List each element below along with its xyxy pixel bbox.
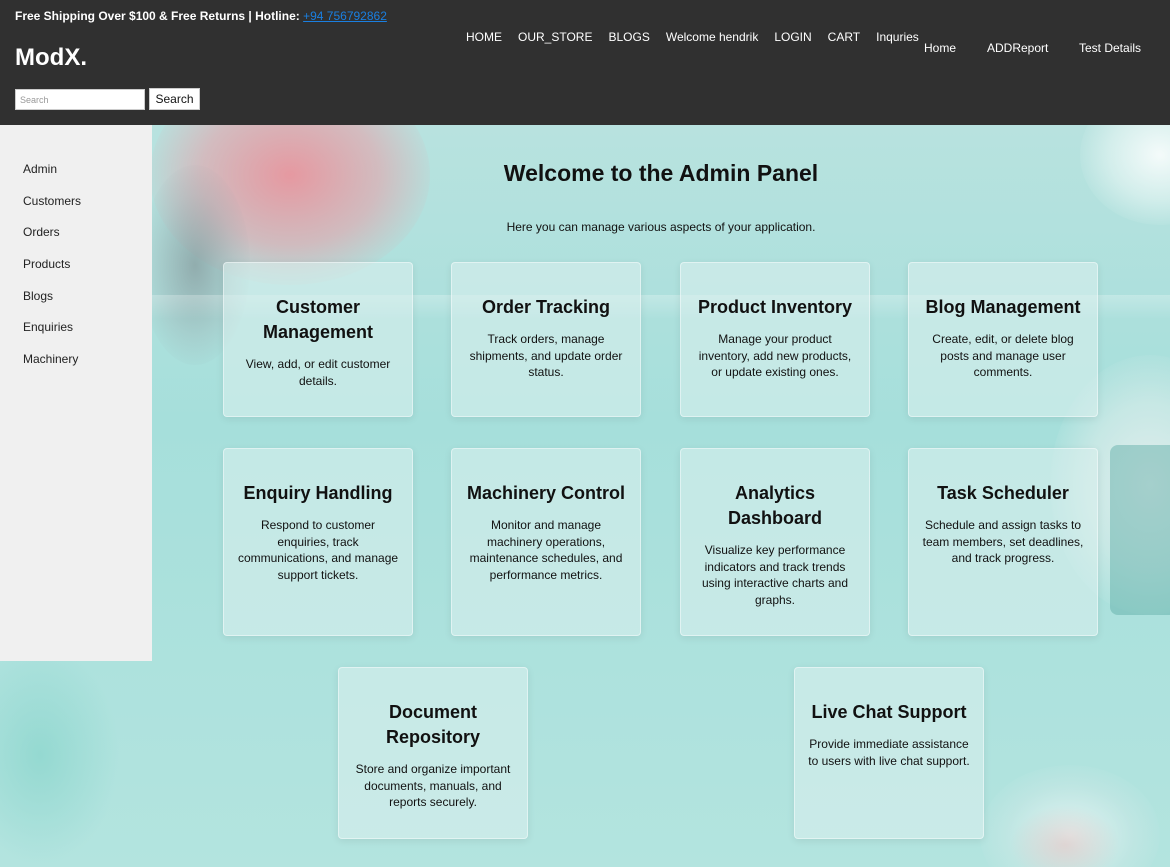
card-title: Document Repository xyxy=(385,702,481,747)
card-description: Visualize key performance indicators and… xyxy=(701,543,849,607)
card-description: Schedule and assign tasks to team member… xyxy=(922,518,1084,565)
promo-bar: Free Shipping Over $100 & Free Returns |… xyxy=(15,9,387,23)
card-title: Enquiry Handling xyxy=(243,483,393,503)
card-title: Analytics Dashboard xyxy=(727,483,823,528)
card-title: Task Scheduler xyxy=(937,483,1069,503)
card-title: Blog Management xyxy=(925,297,1081,317)
card-description: Manage your product inventory, add new p… xyxy=(698,332,852,379)
card-analytics-dashboard[interactable]: Analytics Dashboard Visualize key perfor… xyxy=(680,448,870,636)
nav-our-store[interactable]: OUR_STORE xyxy=(518,30,592,44)
card-title: Order Tracking xyxy=(481,297,611,317)
promo-text: Free Shipping Over $100 & Free Returns |… xyxy=(15,9,300,23)
sidebar-item-admin[interactable]: Admin xyxy=(0,162,152,194)
card-order-tracking[interactable]: Order Tracking Track orders, manage ship… xyxy=(451,262,641,417)
nav-welcome-user[interactable]: Welcome hendrik xyxy=(666,30,758,44)
nav-cart[interactable]: CART xyxy=(828,30,860,44)
sidebar: Admin Customers Orders Products Blogs En… xyxy=(0,125,152,661)
admin-nav-home[interactable]: Home xyxy=(924,41,956,55)
sidebar-item-enquiries[interactable]: Enquiries xyxy=(0,320,152,352)
nav-inquiries[interactable]: Inquries xyxy=(876,30,919,44)
card-description: Monitor and manage machinery operations,… xyxy=(469,518,623,582)
page-subtitle: Here you can manage various aspects of y… xyxy=(506,220,816,234)
hotline-link[interactable]: +94 756792862 xyxy=(303,9,387,23)
sidebar-item-customers[interactable]: Customers xyxy=(0,194,152,226)
card-live-chat-support[interactable]: Live Chat Support Provide immediate assi… xyxy=(794,667,984,839)
admin-nav-test-details[interactable]: Test Details xyxy=(1079,41,1141,55)
card-document-repository[interactable]: Document Repository Store and organize i… xyxy=(338,667,528,839)
card-title: Machinery Control xyxy=(466,483,626,503)
sidebar-item-products[interactable]: Products xyxy=(0,257,152,289)
nav-blogs[interactable]: BLOGS xyxy=(608,30,649,44)
admin-nav-add-report[interactable]: ADDReport xyxy=(987,41,1048,55)
card-task-scheduler[interactable]: Task Scheduler Schedule and assign tasks… xyxy=(908,448,1098,636)
card-product-inventory[interactable]: Product Inventory Manage your product in… xyxy=(680,262,870,417)
card-machinery-control[interactable]: Machinery Control Monitor and manage mac… xyxy=(451,448,641,636)
card-description: Create, edit, or delete blog posts and m… xyxy=(932,332,1074,379)
search-button[interactable]: Search xyxy=(149,88,200,110)
site-logo[interactable]: ModX. xyxy=(15,44,87,72)
card-description: Store and organize important documents, … xyxy=(355,762,511,809)
card-title: Customer Management xyxy=(262,297,374,342)
card-title: Product Inventory xyxy=(697,297,853,317)
card-enquiry-handling[interactable]: Enquiry Handling Respond to customer enq… xyxy=(223,448,413,636)
sidebar-item-blogs[interactable]: Blogs xyxy=(0,289,152,321)
nav-home[interactable]: HOME xyxy=(466,30,502,44)
search-input[interactable] xyxy=(15,89,145,110)
card-blog-management[interactable]: Blog Management Create, edit, or delete … xyxy=(908,262,1098,417)
nav-login[interactable]: LOGIN xyxy=(774,30,811,44)
card-description: Respond to customer enquiries, track com… xyxy=(237,518,399,582)
main-nav: HOME OUR_STORE BLOGS Welcome hendrik LOG… xyxy=(466,30,919,44)
card-description: View, add, or edit customer details. xyxy=(245,357,391,388)
page-title: Welcome to the Admin Panel xyxy=(503,160,819,186)
card-customer-management[interactable]: Customer Management View, add, or edit c… xyxy=(223,262,413,417)
card-title: Live Chat Support xyxy=(811,702,967,722)
sidebar-item-machinery[interactable]: Machinery xyxy=(0,352,152,384)
card-description: Provide immediate assistance to users wi… xyxy=(808,737,970,768)
card-description: Track orders, manage shipments, and upda… xyxy=(469,332,623,379)
site-header: Free Shipping Over $100 & Free Returns |… xyxy=(0,0,1170,125)
sidebar-item-orders[interactable]: Orders xyxy=(0,225,152,257)
